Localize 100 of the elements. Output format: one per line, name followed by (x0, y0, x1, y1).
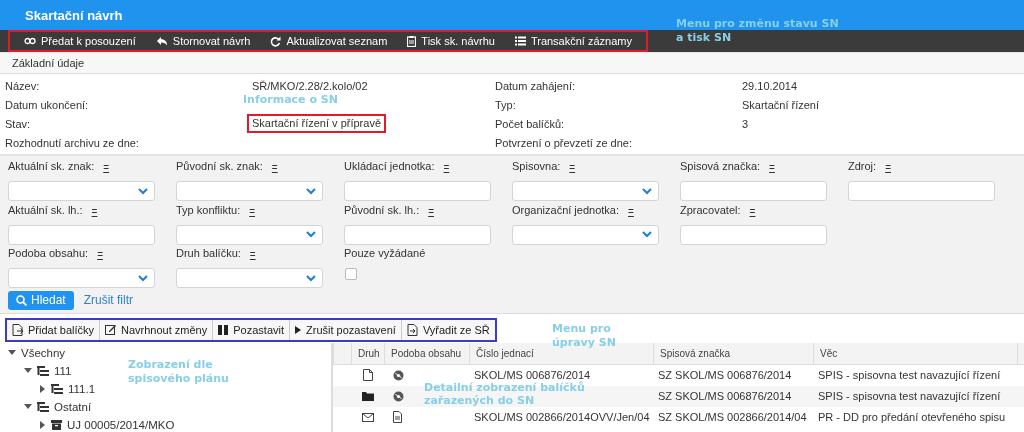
refresh-icon (270, 35, 282, 47)
filter-label: Zpracovatel: (680, 203, 741, 216)
column-header[interactable]: Druh (351, 342, 384, 364)
operator-link[interactable]: = (443, 162, 450, 173)
table-cell-text: SZ SKOL/MS 002866/2014/04 (657, 411, 807, 423)
clipboard-icon (407, 35, 417, 47)
chevron-down-icon (138, 187, 148, 195)
table-cell-text: SPIS - spisovna test navazující řízení (817, 390, 1001, 402)
tree-node[interactable]: UJ 00005/2014/MKO (40, 415, 175, 432)
column-header[interactable]: Podoba obsahu (384, 342, 469, 364)
input-field[interactable] (680, 224, 827, 245)
chevron-down-icon (138, 274, 148, 282)
table-cell-text: SPIS - spisovna test navazující řízení (817, 369, 1001, 381)
filter-label: Původní sk. znak: (176, 160, 263, 172)
section-tab[interactable]: Základní údaje (0, 52, 1024, 74)
clear-filter-link[interactable]: Zrušit filtr (83, 293, 134, 307)
input-field[interactable] (8, 224, 155, 245)
toolbar-button[interactable]: Transakční záznamy (504, 32, 642, 50)
input-field[interactable] (344, 224, 491, 245)
input-field[interactable] (848, 181, 995, 201)
search-icon (16, 294, 27, 306)
toolbar-button[interactable]: Aktualizovat seznam (260, 32, 398, 50)
filter-label: Ukládací jednotka: (344, 160, 435, 172)
select-field[interactable] (176, 268, 323, 288)
tree-label: 111.1 (68, 382, 96, 395)
field-value: 29.10.2014 (741, 79, 799, 92)
envelope-icon (361, 412, 374, 422)
input-field[interactable] (344, 181, 491, 201)
toolbar-button[interactable]: Pozastavit (213, 319, 290, 340)
select-field[interactable] (512, 224, 659, 245)
document-icon (393, 411, 402, 423)
operator-link[interactable]: = (271, 162, 278, 173)
operator-link[interactable]: = (103, 162, 110, 173)
operator-link[interactable]: = (249, 249, 256, 260)
field-label: Datum zahájení: (495, 79, 577, 92)
tree-node[interactable]: 111.1 (40, 379, 96, 398)
filter-label: Spisovna: (512, 160, 561, 172)
tree-node[interactable]: 111 (24, 361, 72, 380)
checkbox[interactable] (345, 268, 357, 280)
toolbar-button[interactable]: Navrhnout změny (100, 319, 214, 340)
chevron-down-icon (306, 274, 316, 282)
chevron-down-icon (306, 231, 316, 238)
annotation-note: Menu pro změnu stavu SN a tisk SN (676, 17, 840, 45)
file-icon (362, 369, 373, 381)
folder-icon (361, 391, 374, 401)
field-label: Název: (5, 79, 41, 92)
select-field[interactable] (8, 268, 155, 288)
edit-icon (105, 324, 117, 335)
pause-icon (218, 324, 229, 335)
field-value: SŘ/MKO/2.28/2.kolo/02 (251, 79, 369, 92)
filter-label: Pouze vyžádané (344, 247, 426, 259)
field-label: Rozhodnutí archivu ze dne: (5, 136, 140, 149)
toolbar-button[interactable]: Předat k posouzení (14, 32, 146, 50)
filter-label: Původní sk. lh.: (344, 203, 420, 216)
input-field[interactable] (680, 181, 827, 201)
table-cell-text: SZ SKOL/MS 006876/2014 (657, 369, 792, 381)
tree-node[interactable]: Všechny (8, 343, 66, 362)
tree-node[interactable]: Ostatní (24, 397, 92, 416)
toolbar-button[interactable]: Přidat balíčky (7, 319, 101, 340)
filter-label: Spisová značka: (680, 160, 761, 172)
column-header[interactable]: Věc (813, 342, 1017, 364)
operator-link[interactable]: = (885, 162, 891, 173)
table-cell-text: PR - DD pro předání otevřeného spisu (817, 411, 1006, 423)
filter-label: Podoba obsahu: (8, 247, 89, 259)
filter-label: Aktuální sk. lh.: (8, 203, 83, 216)
annotation-note: Detailní zobrazení balíčků zařazených do SN (424, 382, 586, 407)
field-label: Typ: (495, 98, 517, 111)
hierarchy-icon (37, 365, 49, 376)
field-value: 3 (741, 117, 750, 130)
operator-link[interactable]: = (428, 205, 435, 217)
filter-label: Aktuální sk. znak: (8, 160, 95, 172)
operator-link[interactable]: = (749, 205, 756, 217)
chevron-down-icon (306, 187, 316, 195)
operator-link[interactable]: = (628, 205, 634, 217)
toolbar-button[interactable]: Tisk sk. návrhu (397, 32, 505, 50)
select-field[interactable] (176, 181, 323, 201)
toolbar-button[interactable]: Stornovat návrh (145, 32, 261, 50)
tree-label: UJ 00005/2014/MKO (67, 418, 175, 431)
operator-link[interactable]: = (91, 205, 98, 217)
toolbar-button[interactable]: Vyřadit ze SŘ (401, 319, 495, 340)
annotation-note: Informace o SN (243, 93, 338, 107)
add-file-icon (12, 323, 23, 336)
operator-link[interactable]: = (97, 249, 103, 260)
page-title: Skartační návrh (25, 7, 123, 23)
table-cell-text: SKOL/MS 006876/2014 (473, 369, 591, 381)
field-value: Skartační řízení v přípravě (247, 114, 386, 133)
column-header[interactable]: Spisová značka (653, 342, 813, 364)
filter-label: Zdroj: (848, 160, 877, 172)
play-icon (295, 325, 301, 334)
operator-link[interactable]: = (769, 162, 775, 173)
select-field[interactable] (176, 224, 323, 245)
archive-box-icon (51, 419, 62, 430)
select-field[interactable] (8, 181, 155, 201)
toolbar-button[interactable]: Zrušit pozastavení (290, 319, 402, 340)
select-field[interactable] (512, 181, 659, 201)
operator-link[interactable]: = (569, 162, 576, 173)
reply-icon (155, 36, 168, 46)
operator-link[interactable]: = (249, 205, 256, 217)
field-value: Skartační řízení (741, 98, 821, 111)
field-label: Počet balíčků: (495, 117, 566, 130)
